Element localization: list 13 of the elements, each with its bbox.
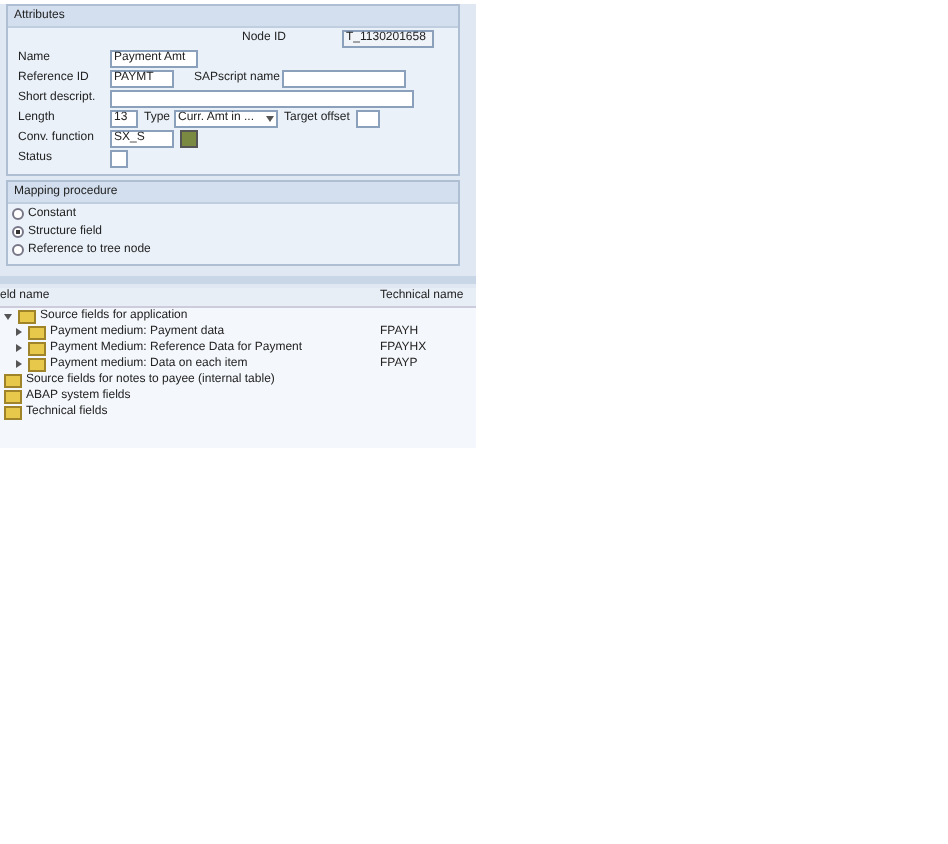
expand-caret-icon[interactable] (4, 313, 12, 319)
short-description-field[interactable] (110, 89, 414, 107)
radio-button[interactable] (12, 243, 24, 255)
radio-button[interactable] (12, 225, 24, 237)
sapscript-name-field[interactable] (282, 69, 406, 87)
expand-caret-icon[interactable] (16, 360, 22, 368)
status-checkbox[interactable] (110, 149, 128, 167)
dropdown-caret-icon (266, 115, 274, 121)
expand-caret-icon[interactable] (16, 344, 22, 352)
target-offset-field[interactable] (356, 109, 380, 127)
radio-button[interactable] (12, 207, 24, 219)
expand-caret-icon[interactable] (16, 328, 22, 336)
lookup-button[interactable] (180, 129, 198, 147)
